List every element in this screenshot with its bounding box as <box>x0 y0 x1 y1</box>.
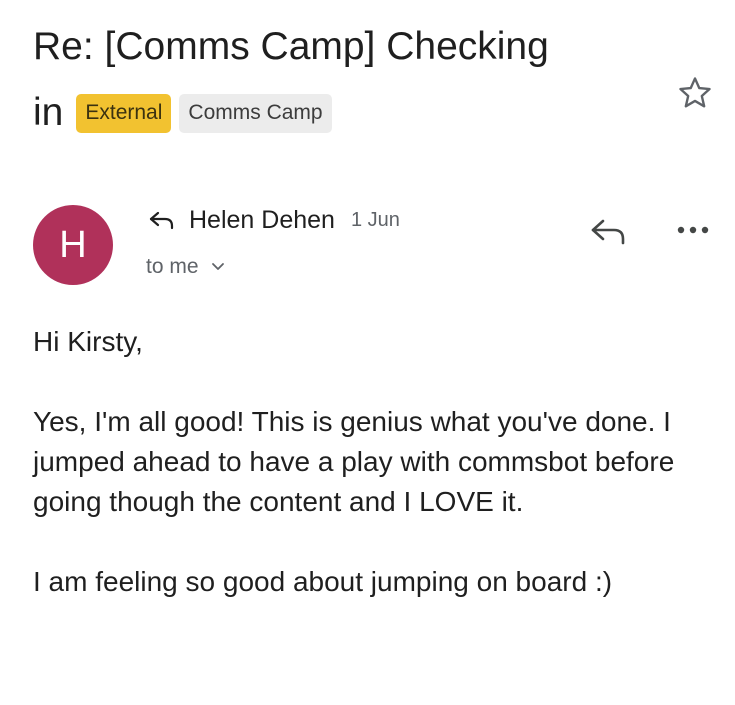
sender-row: Helen Dehen 1 Jun <box>147 203 400 237</box>
greeting: Hi Kirsty, <box>33 326 143 357</box>
sent-date: 1 Jun <box>350 208 400 231</box>
email-body: Hi Kirsty, Yes, I'm all good! This is ge… <box>33 322 713 642</box>
body-paragraph-1: Yes, I'm all good! This is genius what y… <box>33 406 675 517</box>
avatar-letter: H <box>59 223 87 266</box>
more-horizontal-icon[interactable] <box>676 222 710 238</box>
reply-arrow-icon <box>149 211 174 230</box>
label-comms-camp[interactable]: Comms Camp <box>179 93 332 133</box>
recipient-row[interactable]: to me <box>146 253 225 281</box>
subject-continuation-row: in External Comms Camp <box>33 90 340 136</box>
label-external[interactable]: External <box>76 93 172 133</box>
body-paragraph-2: I am feeling so good about jumping on bo… <box>33 566 613 597</box>
chevron-down-icon[interactable] <box>211 262 225 272</box>
reply-icon[interactable] <box>588 213 628 249</box>
sender-name[interactable]: Helen Dehen <box>189 206 335 235</box>
email-subject-continued: in <box>33 91 64 134</box>
star-outline-icon[interactable] <box>676 74 714 112</box>
recipient-text[interactable]: to me <box>146 255 199 279</box>
sender-avatar[interactable]: H <box>33 205 113 285</box>
email-subject: Re: [Comms Camp] Checking <box>33 25 549 68</box>
